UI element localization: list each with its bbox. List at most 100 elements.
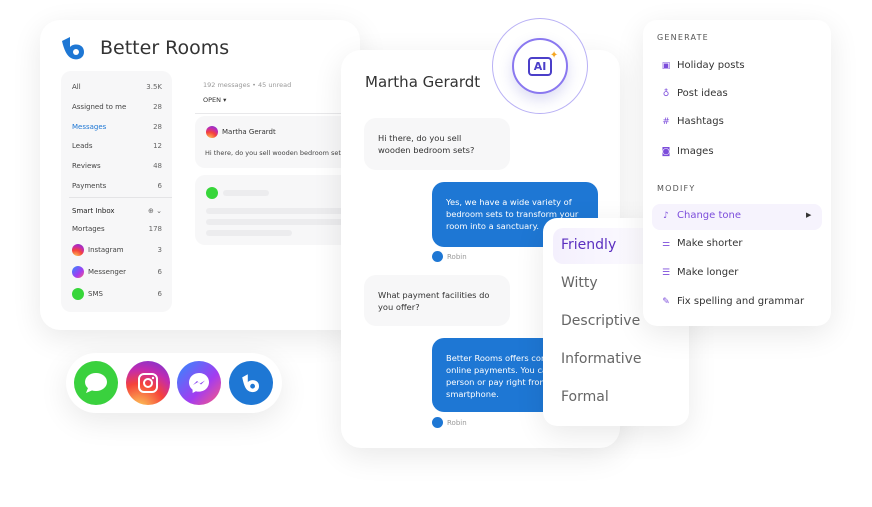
count: 6	[157, 268, 162, 276]
tone-option-formal[interactable]: Formal	[561, 389, 609, 405]
tone-option-descriptive[interactable]: Descriptive	[561, 313, 640, 329]
submenu-arrow-icon: ▶	[806, 211, 812, 219]
message-author: Robin	[432, 417, 467, 428]
menu-item-fix-spelling[interactable]: ✎ Fix spelling and grammar	[661, 296, 804, 307]
add-chevron-icon[interactable]: ⊕ ⌄	[148, 207, 162, 215]
message-agent: Better Rooms offers con online payments.…	[432, 338, 552, 412]
menu-item-hashtags[interactable]: # Hashtags	[661, 116, 724, 127]
sidebar-item-leads[interactable]: Leads 12	[72, 142, 162, 150]
spellcheck-icon: ✎	[662, 296, 670, 307]
generate-heading: GENERATE	[657, 33, 709, 42]
count: 3.5K	[146, 83, 162, 91]
menu-item-make-longer[interactable]: ☰ Make longer	[661, 267, 738, 278]
calendar-icon: ▣	[661, 60, 671, 71]
message-customer: Hi there, do you sell wooden bedroom set…	[364, 118, 510, 170]
tone-icon: ♪	[663, 210, 669, 221]
ai-button[interactable]: AI ✦	[512, 38, 568, 94]
instagram-icon[interactable]	[126, 361, 170, 405]
label: Leads	[72, 142, 93, 150]
divider	[195, 113, 355, 114]
message-list: 192 messages • 45 unread OPEN ▾ Martha G…	[195, 73, 355, 248]
count: 3	[157, 246, 162, 254]
ai-menu: GENERATE ▣ Holiday posts ♁ Post ideas # Has…	[643, 20, 831, 326]
list-item[interactable]: Martha Gerardt Hi there, do you sell woo…	[195, 116, 355, 168]
better-rooms-logo	[62, 37, 84, 60]
chat-title: Martha Gerardt	[365, 73, 481, 91]
sparkle-icon: ✦	[549, 49, 559, 61]
label: Messenger	[88, 268, 127, 276]
label: Change tone	[677, 210, 741, 221]
label: Fix spelling and grammar	[677, 296, 805, 307]
sidebar: All 3.5K Assigned to me 28 Messages 28 Lead…	[61, 71, 172, 312]
count: 178	[148, 225, 162, 233]
message-preview: Hi there, do you sell wooden bedroom set…	[205, 149, 348, 157]
label: Mortages	[72, 225, 105, 233]
menu-item-post-ideas[interactable]: ♁ Post ideas	[661, 88, 728, 99]
ai-icon: AI ✦	[527, 50, 558, 76]
label: Make shorter	[677, 238, 743, 249]
label: Payments	[72, 182, 107, 190]
smart-inbox-messenger[interactable]: Messenger 6	[72, 266, 162, 278]
long-text-icon: ☰	[661, 267, 671, 278]
divider	[69, 197, 172, 198]
smart-inbox-sms[interactable]: SMS 6	[72, 288, 162, 300]
label: SMS	[88, 290, 103, 298]
sender-name: Martha Gerardt	[222, 128, 276, 136]
filter-label: OPEN	[203, 96, 222, 104]
tone-option-informative[interactable]: Informative	[561, 351, 642, 367]
menu-item-holiday-posts[interactable]: ▣ Holiday posts	[661, 60, 745, 71]
sidebar-item-messages[interactable]: Messages 28	[72, 123, 162, 131]
imessage-icon[interactable]	[74, 361, 118, 405]
instagram-icon	[206, 126, 218, 138]
count: 28	[153, 103, 162, 111]
bot-icon	[432, 417, 443, 428]
label: Instagram	[88, 246, 124, 254]
sidebar-item-payments[interactable]: Payments 6	[72, 182, 162, 190]
sidebar-item-all[interactable]: All 3.5K	[72, 83, 162, 91]
count: 6	[157, 182, 162, 190]
status-filter[interactable]: OPEN ▾	[203, 96, 226, 104]
author-name: Robin	[447, 418, 467, 427]
tone-option-witty[interactable]: Witty	[561, 275, 598, 291]
label: Smart Inbox	[72, 207, 115, 215]
hashtag-icon: #	[662, 116, 670, 127]
sidebar-item-assigned[interactable]: Assigned to me 28	[72, 103, 162, 111]
label: Messages	[72, 123, 107, 131]
label: Make longer	[677, 267, 739, 278]
count: 12	[153, 142, 162, 150]
list-item-placeholder[interactable]	[195, 175, 355, 245]
sms-icon	[72, 288, 84, 300]
bot-icon	[432, 251, 443, 262]
menu-item-change-tone[interactable]: ♪ Change tone	[661, 210, 741, 221]
label: Assigned to me	[72, 103, 127, 111]
list-summary: 192 messages • 45 unread	[203, 81, 292, 89]
instagram-icon	[72, 244, 84, 256]
tone-option-friendly[interactable]: Friendly	[561, 237, 616, 253]
smart-inbox-instagram[interactable]: Instagram 3	[72, 244, 162, 256]
count: 48	[153, 162, 162, 170]
message-customer: What payment facilities do you offer?	[364, 275, 510, 326]
menu-item-images[interactable]: ◙ Images	[661, 146, 714, 157]
app-title: Better Rooms	[100, 37, 230, 59]
label: All	[72, 83, 81, 91]
message-author: Robin	[432, 251, 467, 262]
lightbulb-icon: ♁	[662, 88, 670, 99]
smart-inbox-header[interactable]: Smart Inbox ⊕ ⌄	[72, 207, 162, 215]
smart-inbox-mortages[interactable]: Mortages 178	[72, 225, 162, 233]
label: Images	[677, 146, 714, 157]
author-name: Robin	[447, 252, 467, 261]
label: Hashtags	[677, 116, 724, 127]
messenger-icon[interactable]	[177, 361, 221, 405]
short-text-icon: ⚌	[661, 238, 671, 249]
count: 28	[153, 123, 162, 131]
modify-heading: MODIFY	[657, 184, 696, 193]
sidebar-item-reviews[interactable]: Reviews 48	[72, 162, 162, 170]
better-rooms-icon[interactable]	[229, 361, 273, 405]
menu-item-make-shorter[interactable]: ⚌ Make shorter	[661, 238, 743, 249]
count: 6	[157, 290, 162, 298]
image-icon: ◙	[661, 146, 671, 157]
label: Reviews	[72, 162, 101, 170]
messenger-icon	[72, 266, 84, 278]
sms-icon	[206, 187, 218, 199]
label: Post ideas	[677, 88, 728, 99]
